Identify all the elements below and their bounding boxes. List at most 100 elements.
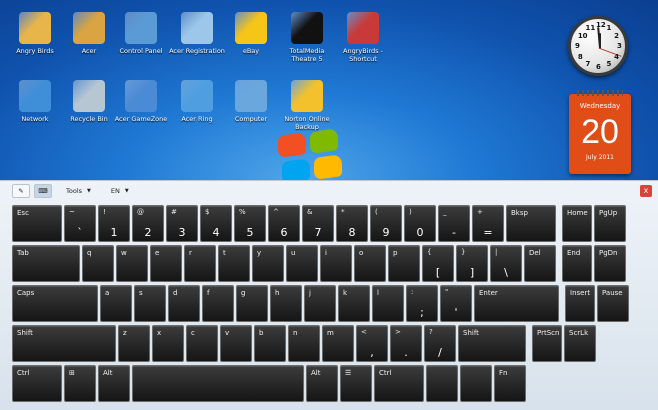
key[interactable]: * 8 [336,205,368,242]
key[interactable]: <, [356,325,388,362]
key[interactable]: m [322,325,354,362]
key[interactable]: Shift [12,325,116,362]
key[interactable]: Home [562,205,592,242]
desktop-icon[interactable]: Acer GameZone [112,80,170,123]
key[interactable]: ! 1 [98,205,130,242]
key[interactable]: ☰ [340,365,372,402]
key[interactable]: q [82,245,114,282]
key[interactable]: Ctrl [374,365,424,402]
key[interactable]: }] [456,245,488,282]
key[interactable]: Pause [597,285,629,322]
key[interactable] [426,365,458,402]
key[interactable]: _ - [438,205,470,242]
key[interactable]: @2 [132,205,164,242]
key[interactable] [460,365,492,402]
key[interactable]: c [186,325,218,362]
keyboard-mode-button[interactable]: ⌨ [34,184,52,198]
key[interactable]: >. [390,325,422,362]
key[interactable]: #3 [166,205,198,242]
key[interactable]: Alt [306,365,338,402]
key-shift-label: | [495,248,498,256]
key[interactable]: ⊞ [64,365,96,402]
key[interactable]: Enter [474,285,559,322]
key[interactable]: b [254,325,286,362]
key[interactable]: ? / [424,325,456,362]
key-label: r [189,249,192,257]
key[interactable]: Insert [565,285,595,322]
key[interactable]: f [202,285,234,322]
key[interactable]: PgUp [594,205,626,242]
desktop-icon[interactable]: Computer [222,80,280,123]
key[interactable]: % 5 [234,205,266,242]
desktop-icon[interactable]: Control Panel [112,12,170,55]
key[interactable]: Fn [494,365,526,402]
key[interactable]: ~ ` [64,205,96,242]
key[interactable]: " ' [440,285,472,322]
key[interactable]: l [372,285,404,322]
desktop-icon[interactable]: TotalMedia Theatre 5 [278,12,336,63]
key[interactable]: Tab [12,245,80,282]
desktop-icon[interactable]: eBay [222,12,280,55]
language-menu[interactable]: EN ▼ [105,184,135,198]
key[interactable]: z [118,325,150,362]
key-label: Enter [479,289,498,297]
key[interactable]: + = [472,205,504,242]
key[interactable]: s [134,285,166,322]
key[interactable]: d [168,285,200,322]
key[interactable]: y [252,245,284,282]
key[interactable]: Shift [458,325,526,362]
key[interactable]: k [338,285,370,322]
key[interactable]: e [150,245,182,282]
desktop-icon[interactable]: Acer [60,12,118,55]
key[interactable]: & 7 [302,205,334,242]
key[interactable] [132,365,304,402]
key[interactable]: (9 [370,205,402,242]
key[interactable]: Esc [12,205,62,242]
key[interactable]: t [218,245,250,282]
key[interactable]: :; [406,285,438,322]
key[interactable]: g [236,285,268,322]
key[interactable]: ) 0 [404,205,436,242]
key-shift-label: ~ [69,208,75,216]
desktop-icon[interactable]: Acer Registration [168,12,226,55]
key[interactable]: h [270,285,302,322]
key[interactable]: n [288,325,320,362]
key[interactable]: a [100,285,132,322]
key[interactable]: End [562,245,592,282]
tools-menu[interactable]: Tools ▼ [60,184,97,198]
handwriting-pad-button[interactable]: ✎ [12,184,30,198]
key[interactable]: o [354,245,386,282]
desktop-icon[interactable]: Norton Online Backup [278,80,336,131]
key[interactable]: p [388,245,420,282]
clock-gadget[interactable]: 12 1 2 3 4 5 6 7 8 9 10 11 [568,16,628,76]
key[interactable]: Ctrl [12,365,62,402]
key[interactable]: Del [524,245,556,282]
key[interactable]: v [220,325,252,362]
close-button[interactable]: x [640,185,652,197]
calendar-gadget[interactable]: Wednesday 20 July 2011 [569,90,631,174]
key[interactable]: PrtScn [532,325,562,362]
desktop-icon[interactable]: Acer Ring [168,80,226,123]
key[interactable]: u [286,245,318,282]
desktop-icon[interactable]: AngryBirds - Shortcut [334,12,392,63]
key[interactable]: ^ 6 [268,205,300,242]
key[interactable]: w [116,245,148,282]
key-shift-label: > [395,328,401,336]
key[interactable]: x [152,325,184,362]
key[interactable]: Bksp [506,205,556,242]
key[interactable]: {[ [422,245,454,282]
key[interactable]: r [184,245,216,282]
key[interactable]: Caps [12,285,98,322]
key[interactable]: $4 [200,205,232,242]
key[interactable]: PgDn [594,245,626,282]
key-label: h [275,289,280,297]
desktop-icon[interactable]: Network [6,80,64,123]
clock-number: 12 [596,21,606,29]
key[interactable]: i [320,245,352,282]
key[interactable]: Alt [98,365,130,402]
desktop-icon[interactable]: Angry Birds [6,12,64,55]
desktop-icon[interactable]: Recycle Bin [60,80,118,123]
key[interactable]: j [304,285,336,322]
key[interactable]: ScrLk [564,325,596,362]
key[interactable]: | \ [490,245,522,282]
